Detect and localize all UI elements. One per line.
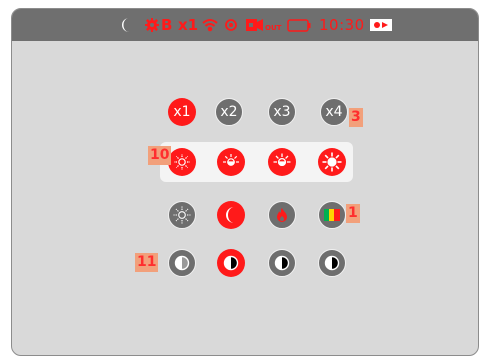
- callout-brightness: 10: [148, 146, 172, 165]
- brightness-4-icon: [322, 152, 342, 172]
- brightness-1-button[interactable]: [168, 148, 196, 176]
- callout-zoom: 3: [349, 108, 363, 127]
- callout-contrast: 11: [135, 253, 159, 272]
- gear-icon: [145, 9, 159, 41]
- brightness-2-button[interactable]: [217, 148, 245, 176]
- status-bar: B x1 OUT 10:30: [12, 9, 478, 41]
- zoom-x4-label: x4: [325, 104, 343, 120]
- brightness-4-button[interactable]: [318, 148, 346, 176]
- sun-icon: [173, 206, 191, 224]
- moon-icon: [120, 9, 132, 41]
- contrast-2-icon: [223, 255, 239, 271]
- zoom-x1-label: x1: [173, 104, 191, 120]
- flame-icon: [277, 208, 287, 222]
- zoom-x2-label: x2: [220, 104, 238, 120]
- brightness-3-icon: [273, 153, 291, 167]
- clock: 10:30: [319, 16, 365, 34]
- device-screen: B x1 OUT 10:30 x1 x2 x3 x4 3 10 1 11: [11, 8, 479, 356]
- zoom-x3-button[interactable]: x3: [268, 98, 296, 126]
- eye-icon: [224, 9, 238, 41]
- thermal-mode-button[interactable]: [268, 201, 296, 229]
- zoom-x2-button[interactable]: x2: [215, 98, 243, 126]
- zoom-x1-button[interactable]: x1: [168, 98, 196, 126]
- contrast-3-button[interactable]: [268, 249, 296, 277]
- contrast-2-button[interactable]: [217, 249, 245, 277]
- color-mode-button[interactable]: [318, 201, 346, 229]
- sun-mode-button[interactable]: [168, 201, 196, 229]
- brightness-1-icon: [174, 154, 190, 170]
- mode-label: B: [161, 16, 173, 34]
- zoom-x4-button[interactable]: x4: [320, 98, 348, 126]
- brightness-3-button[interactable]: [268, 148, 296, 176]
- moon-icon: [226, 207, 234, 223]
- video-out-icon: [246, 9, 266, 41]
- zoom-indicator: x1: [178, 16, 199, 34]
- night-mode-button[interactable]: [217, 201, 245, 229]
- contrast-4-icon: [324, 255, 340, 271]
- wifi-icon: [202, 9, 218, 41]
- zoom-x3-label: x3: [273, 104, 291, 120]
- brightness-2-icon: [223, 154, 239, 166]
- contrast-1-button[interactable]: [168, 249, 196, 277]
- contrast-1-icon: [174, 255, 190, 271]
- battery-icon: [287, 9, 311, 41]
- contrast-4-button[interactable]: [318, 249, 346, 277]
- callout-palette: 1: [346, 204, 360, 223]
- record-icon: [370, 9, 392, 41]
- video-out-label: OUT: [265, 24, 282, 32]
- contrast-3-icon: [274, 255, 290, 271]
- color-palette-icon: [324, 209, 340, 221]
